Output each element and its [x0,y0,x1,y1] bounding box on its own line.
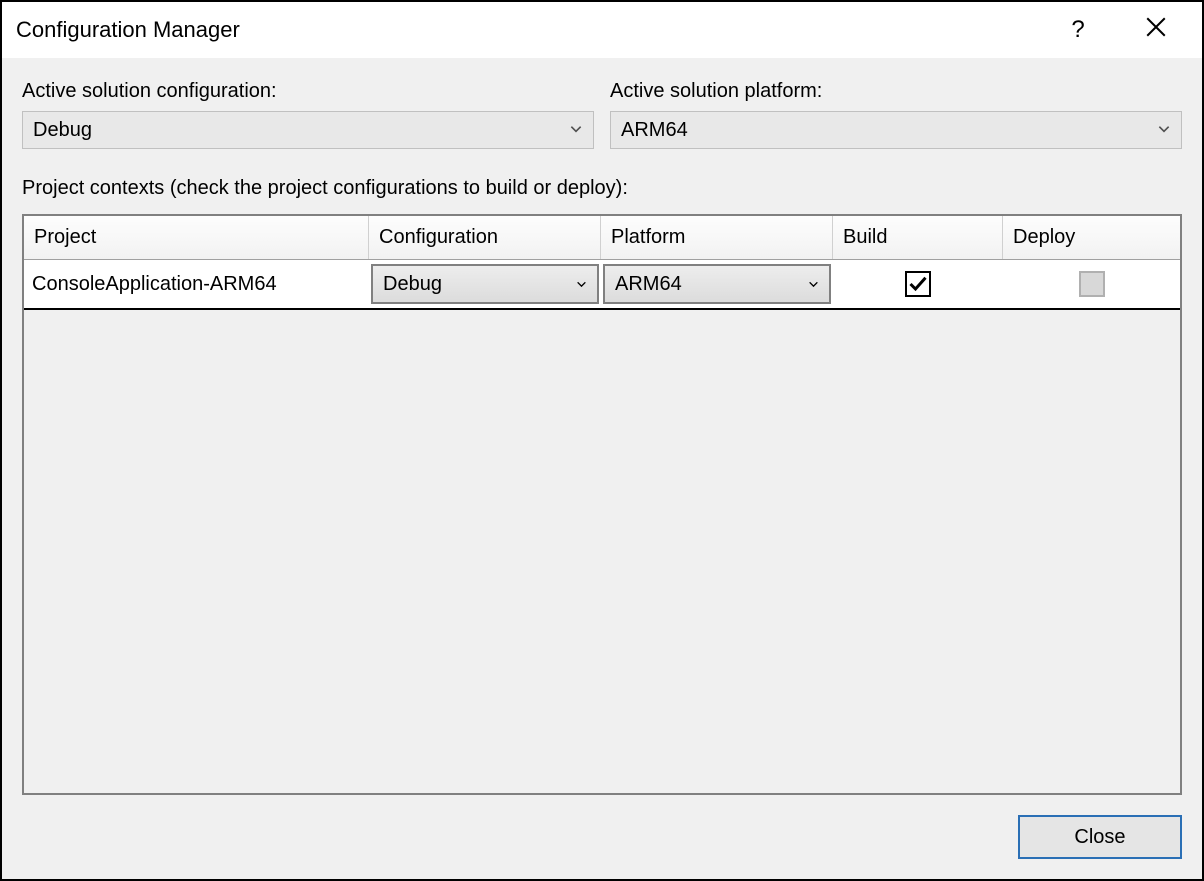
chevron-down-icon [808,273,819,296]
row-platform-dropdown[interactable]: ARM64 [603,264,831,304]
active-platform-value: ARM64 [621,119,688,142]
build-cell [833,260,1003,308]
build-checkbox[interactable] [905,271,931,297]
dialog-title: Configuration Manager [16,17,240,43]
active-platform-dropdown[interactable]: ARM64 [610,111,1182,149]
project-contexts-label: Project contexts (check the project conf… [22,177,1182,200]
chevron-down-icon [1157,119,1171,142]
help-icon: ? [1071,16,1084,44]
platform-cell: ARM64 [601,260,833,308]
table-row: ConsoleApplication-ARM64 Debug ARM64 [24,260,1180,310]
deploy-cell [1003,260,1180,308]
config-cell: Debug [369,260,601,308]
project-grid: Project Configuration Platform Build Dep… [22,214,1182,795]
close-icon [1146,17,1166,43]
active-config-label: Active solution configuration: [22,80,594,103]
grid-empty-area [24,310,1180,793]
header-project[interactable]: Project [24,216,369,259]
header-build[interactable]: Build [833,216,1003,259]
deploy-checkbox [1079,271,1105,297]
configuration-manager-dialog: Configuration Manager ? Active solution … [0,0,1204,881]
close-window-button[interactable] [1136,10,1176,50]
project-name-cell[interactable]: ConsoleApplication-ARM64 [24,260,369,308]
dialog-footer: Close [2,815,1202,879]
config-row: Active solution configuration: Debug Act… [22,80,1182,149]
header-deploy[interactable]: Deploy [1003,216,1180,259]
active-config-col: Active solution configuration: Debug [22,80,594,149]
titlebar-buttons: ? [1058,10,1176,50]
active-config-value: Debug [33,119,92,142]
dialog-content: Active solution configuration: Debug Act… [2,58,1202,815]
chevron-down-icon [569,119,583,142]
active-config-dropdown[interactable]: Debug [22,111,594,149]
titlebar: Configuration Manager ? [2,2,1202,58]
check-icon [908,274,928,294]
active-platform-label: Active solution platform: [610,80,1182,103]
row-config-value: Debug [383,273,442,296]
active-platform-col: Active solution platform: ARM64 [610,80,1182,149]
chevron-down-icon [576,273,587,296]
close-button[interactable]: Close [1018,815,1182,859]
grid-header-row: Project Configuration Platform Build Dep… [24,216,1180,260]
help-button[interactable]: ? [1058,10,1098,50]
header-configuration[interactable]: Configuration [369,216,601,259]
header-platform[interactable]: Platform [601,216,833,259]
row-platform-value: ARM64 [615,273,682,296]
row-config-dropdown[interactable]: Debug [371,264,599,304]
